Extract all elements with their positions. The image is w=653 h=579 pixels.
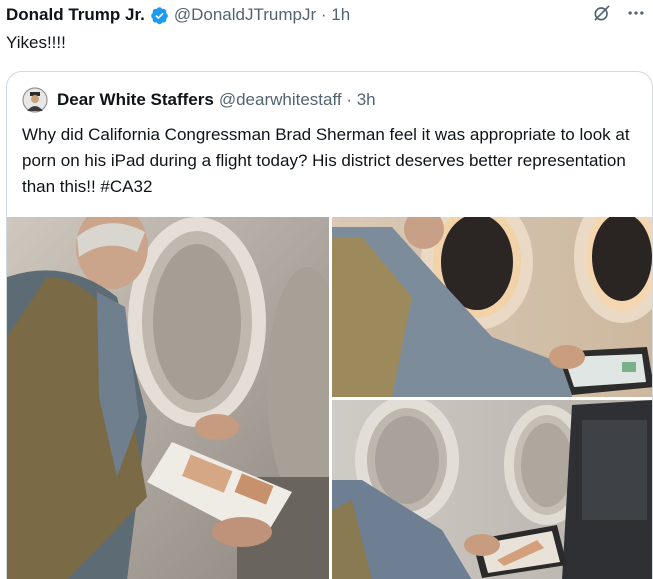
- media-grid: [7, 217, 652, 579]
- author-name[interactable]: Donald Trump Jr.: [6, 5, 145, 25]
- photo-1[interactable]: [7, 217, 329, 579]
- header-actions: [591, 0, 647, 26]
- post-header: Donald Trump Jr. @DonaldJTrumpJr · 1h: [6, 2, 647, 28]
- quoted-post-header: Dear White Staffers @dearwhitestaff · 3h: [22, 87, 376, 113]
- photo-2[interactable]: [332, 217, 652, 397]
- quoted-author-name: Dear White Staffers: [57, 90, 214, 109]
- photo-3[interactable]: [332, 400, 652, 579]
- author-handle-time[interactable]: @DonaldJTrumpJr · 1h: [174, 5, 350, 25]
- quoted-author-handle-time: @dearwhitestaff · 3h: [218, 90, 376, 109]
- quoted-author-avatar[interactable]: [22, 87, 48, 113]
- post-text: Yikes!!!!: [6, 33, 66, 52]
- more-options-icon[interactable]: [625, 2, 647, 24]
- verified-badge-icon: [150, 6, 169, 25]
- grok-icon[interactable]: [591, 2, 613, 24]
- quoted-post[interactable]: Dear White Staffers @dearwhitestaff · 3h…: [6, 71, 653, 579]
- quoted-post-text: Why did California Congressman Brad Sher…: [22, 125, 630, 196]
